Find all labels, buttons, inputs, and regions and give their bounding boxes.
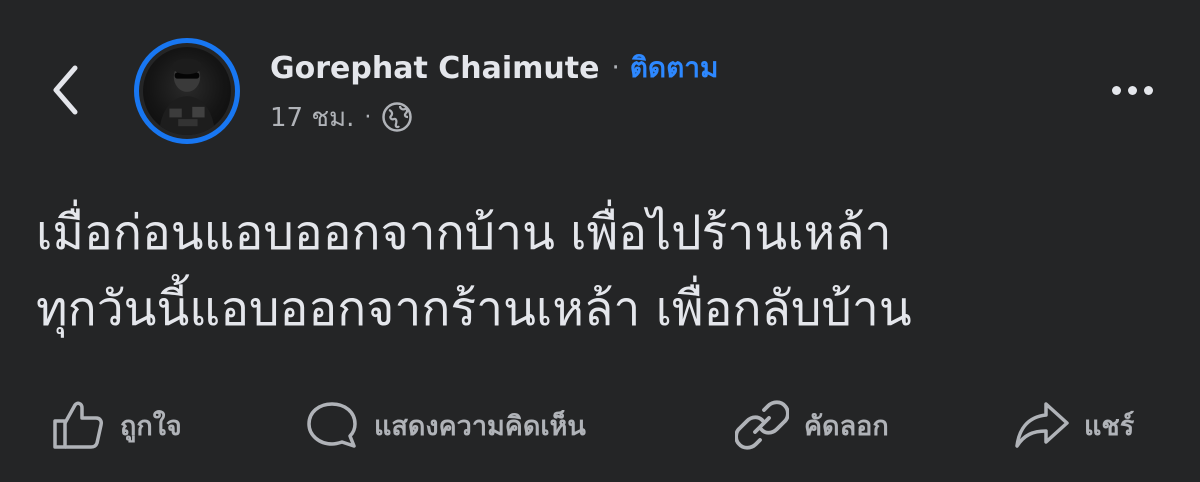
share-icon [1014,397,1070,453]
copy-link-button[interactable]: คัดลอก [734,390,889,460]
back-button[interactable] [42,62,90,118]
avatar-figure [158,58,216,135]
post-text-line: เมื่อก่อนแอบออกจากบ้าน เพื่อไปร้านเหล้า [36,205,892,261]
author-avatar[interactable] [134,38,240,144]
more-dot [1143,85,1153,95]
post-header: Gorephat Chaimute · ติดตาม [270,46,718,90]
more-dot [1127,85,1137,95]
avatar-photo [143,47,231,135]
separator-dot: · [611,53,620,83]
meta-separator-dot: · [364,104,372,130]
link-icon [734,397,790,453]
author-name[interactable]: Gorephat Chaimute [270,51,599,86]
more-horizontal-icon [1111,85,1121,95]
post-timestamp[interactable]: 17 ชม. [270,97,354,138]
like-label: ถูกใจ [120,410,182,442]
post-meta: 17 ชม. · [270,98,413,136]
follow-button[interactable]: ติดตาม [630,46,719,90]
share-button[interactable]: แชร์ [1014,390,1134,460]
copy-label: คัดลอก [804,410,889,442]
comment-icon [304,397,360,453]
more-options-button[interactable] [1100,70,1164,110]
chevron-left-icon [53,65,78,115]
globe-icon [381,101,413,133]
like-button[interactable]: ถูกใจ [50,390,182,460]
share-label: แชร์ [1084,410,1135,442]
post-action-bar: ถูกใจ แสดงความคิดเห็น คัดลอก แชร์ [0,390,1200,460]
post-text-line: ทุกวันนี้แอบออกจากร้านเหล้า เพื่อกลับบ้า… [36,281,912,337]
comment-button[interactable]: แสดงความคิดเห็น [304,390,586,460]
thumbs-up-icon [50,397,106,453]
post-body: เมื่อก่อนแอบออกจากบ้าน เพื่อไปร้านเหล้า … [36,195,1176,347]
comment-label: แสดงความคิดเห็น [374,410,586,442]
